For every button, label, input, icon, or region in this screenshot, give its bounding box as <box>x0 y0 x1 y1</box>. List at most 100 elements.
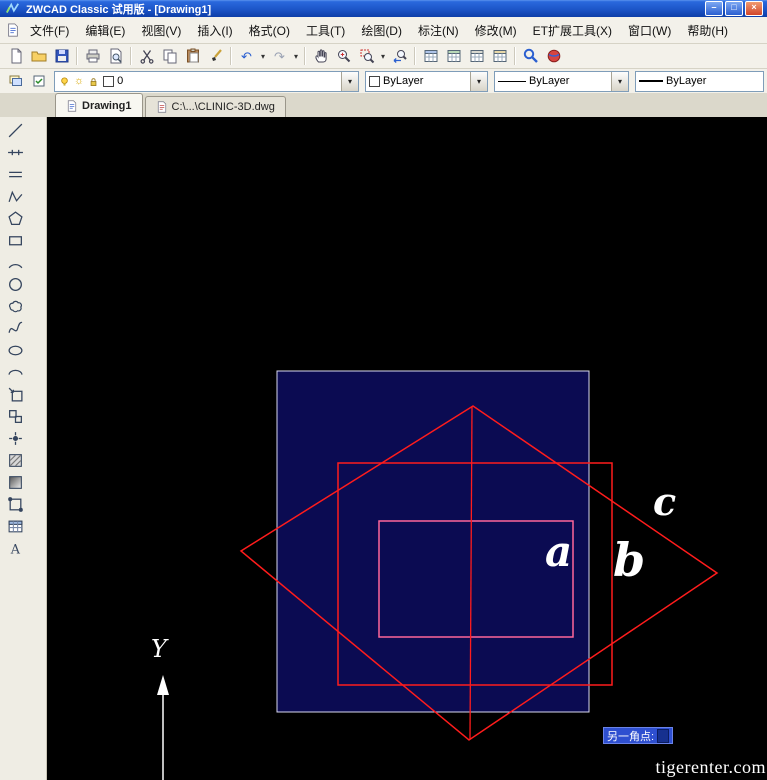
lineweight-combo[interactable]: ByLayer <box>635 70 764 92</box>
construction-line-tool-button[interactable] <box>3 141 27 163</box>
ellipse-tool-button[interactable] <box>3 339 27 361</box>
polyline-tool-button[interactable] <box>3 185 27 207</box>
multiline-icon <box>8 171 22 177</box>
hatch-icon <box>8 453 22 467</box>
menu-file[interactable]: 文件(F) <box>22 19 77 42</box>
open-button[interactable] <box>27 46 50 67</box>
layer-properties-button[interactable] <box>4 71 27 92</box>
zoom-previous-button[interactable] <box>388 46 411 67</box>
zoom-realtime-icon <box>337 50 350 63</box>
gradient-tool-button[interactable] <box>3 471 27 493</box>
arc-tool-button[interactable] <box>3 251 27 273</box>
toolbar-separator <box>304 47 306 65</box>
layer-states-button[interactable] <box>27 71 50 92</box>
table-style-button-4[interactable] <box>488 46 511 67</box>
color-combo[interactable]: ByLayer ▾ <box>365 70 488 92</box>
close-button[interactable]: × <box>745 1 763 16</box>
region-tool-button[interactable] <box>3 493 27 515</box>
tab-label: Drawing1 <box>82 99 132 112</box>
layer-on-bulb-icon <box>61 76 68 86</box>
lineweight-sample <box>639 80 663 82</box>
paste-button[interactable] <box>181 46 204 67</box>
make-block-tool-button[interactable] <box>3 405 27 427</box>
zoom-window-button[interactable] <box>355 46 378 67</box>
polygon-icon <box>7 210 23 225</box>
save-button[interactable] <box>50 46 73 67</box>
line-tool-button[interactable] <box>3 119 27 141</box>
zoom-dropdown-arrow[interactable]: ▾ <box>378 52 388 61</box>
insert-block-tool-button[interactable] <box>3 383 27 405</box>
menu-tools[interactable]: 工具(T) <box>298 19 353 42</box>
redo-dropdown-arrow[interactable]: ▾ <box>291 52 301 61</box>
redo-button[interactable]: ↷ <box>268 46 291 67</box>
plot-button[interactable] <box>81 46 104 67</box>
menu-modify[interactable]: 修改(M) <box>467 19 525 42</box>
blue-square-entity[interactable] <box>276 370 590 713</box>
standard-toolbar: ↶ ▾ ↷ ▾ ▾ <box>0 44 767 69</box>
menu-dimension[interactable]: 标注(N) <box>410 19 467 42</box>
new-button[interactable] <box>4 46 27 67</box>
layer-combo[interactable]: ☼ 0 ▾ <box>54 70 359 92</box>
circle-tool-button[interactable] <box>3 273 27 295</box>
menu-express-tools[interactable]: ET扩展工具(X) <box>525 19 620 42</box>
about-button[interactable] <box>542 46 565 67</box>
tab-clinic-3d[interactable]: C:\...\CLINIC-3D.dwg <box>144 96 286 117</box>
point-tool-button[interactable] <box>3 427 27 449</box>
table-style-button-1[interactable] <box>419 46 442 67</box>
menu-format[interactable]: 格式(O) <box>241 19 298 42</box>
maximize-button[interactable]: □ <box>725 1 743 16</box>
insert-block-icon <box>8 387 23 402</box>
spline-tool-button[interactable] <box>3 317 27 339</box>
current-color-value: ByLayer <box>383 75 424 87</box>
layer-lock-icon <box>90 77 97 86</box>
clipboard-icon <box>186 48 199 63</box>
open-folder-icon <box>31 51 46 62</box>
hatch-tool-button[interactable] <box>3 449 27 471</box>
undo-dropdown-arrow[interactable]: ▾ <box>258 52 268 61</box>
mtext-tool-button[interactable]: A <box>3 537 27 559</box>
table-style-button-2[interactable] <box>442 46 465 67</box>
line-icon <box>8 123 22 137</box>
table-icon <box>493 50 506 62</box>
print-preview-button[interactable] <box>104 46 127 67</box>
copy-button[interactable] <box>158 46 181 67</box>
region-icon <box>7 496 23 512</box>
layer-dropdown-arrow[interactable]: ▾ <box>341 71 358 91</box>
construction-line-icon <box>7 149 23 155</box>
zoom-realtime-button[interactable] <box>332 46 355 67</box>
prompt-input-field[interactable] <box>657 728 670 743</box>
table-style-button-3[interactable] <box>465 46 488 67</box>
multiline-tool-button[interactable] <box>3 163 27 185</box>
linetype-combo[interactable]: ByLayer ▾ <box>494 70 629 92</box>
polygon-tool-button[interactable] <box>3 207 27 229</box>
cut-button[interactable] <box>135 46 158 67</box>
table-icon <box>447 50 460 62</box>
find-button[interactable] <box>519 46 542 67</box>
color-dropdown-arrow[interactable]: ▾ <box>470 71 487 91</box>
pan-button[interactable] <box>309 46 332 67</box>
undo-button[interactable]: ↶ <box>235 46 258 67</box>
current-linetype-value: ByLayer <box>529 75 570 87</box>
toolbar-separator <box>76 47 78 65</box>
undo-arrow-icon: ↶ <box>241 48 252 64</box>
menu-window[interactable]: 窗口(W) <box>620 19 679 42</box>
linetype-dropdown-arrow[interactable]: ▾ <box>611 71 628 91</box>
revision-cloud-tool-button[interactable] <box>3 295 27 317</box>
tab-drawing1[interactable]: Drawing1 <box>55 93 143 117</box>
match-properties-button[interactable] <box>204 46 227 67</box>
menu-insert[interactable]: 插入(I) <box>189 19 240 42</box>
menu-view[interactable]: 视图(V) <box>133 19 189 42</box>
ellipse-arc-tool-button[interactable] <box>3 361 27 383</box>
about-icon <box>547 49 560 63</box>
menu-draw[interactable]: 绘图(D) <box>353 19 410 42</box>
layer-states-icon <box>33 75 44 87</box>
menu-edit[interactable]: 编辑(E) <box>77 19 133 42</box>
menu-help[interactable]: 帮助(H) <box>679 19 736 42</box>
layer-color-swatch <box>103 75 115 87</box>
print-preview-icon <box>110 48 122 64</box>
annotation-letter-b: b <box>613 533 646 587</box>
rectangle-tool-button[interactable] <box>3 229 27 251</box>
drawing-canvas[interactable]: Y a b c 另一角点: tigerenter.com <box>47 117 767 780</box>
minimize-button[interactable]: – <box>705 1 723 16</box>
table-tool-button[interactable] <box>3 515 27 537</box>
